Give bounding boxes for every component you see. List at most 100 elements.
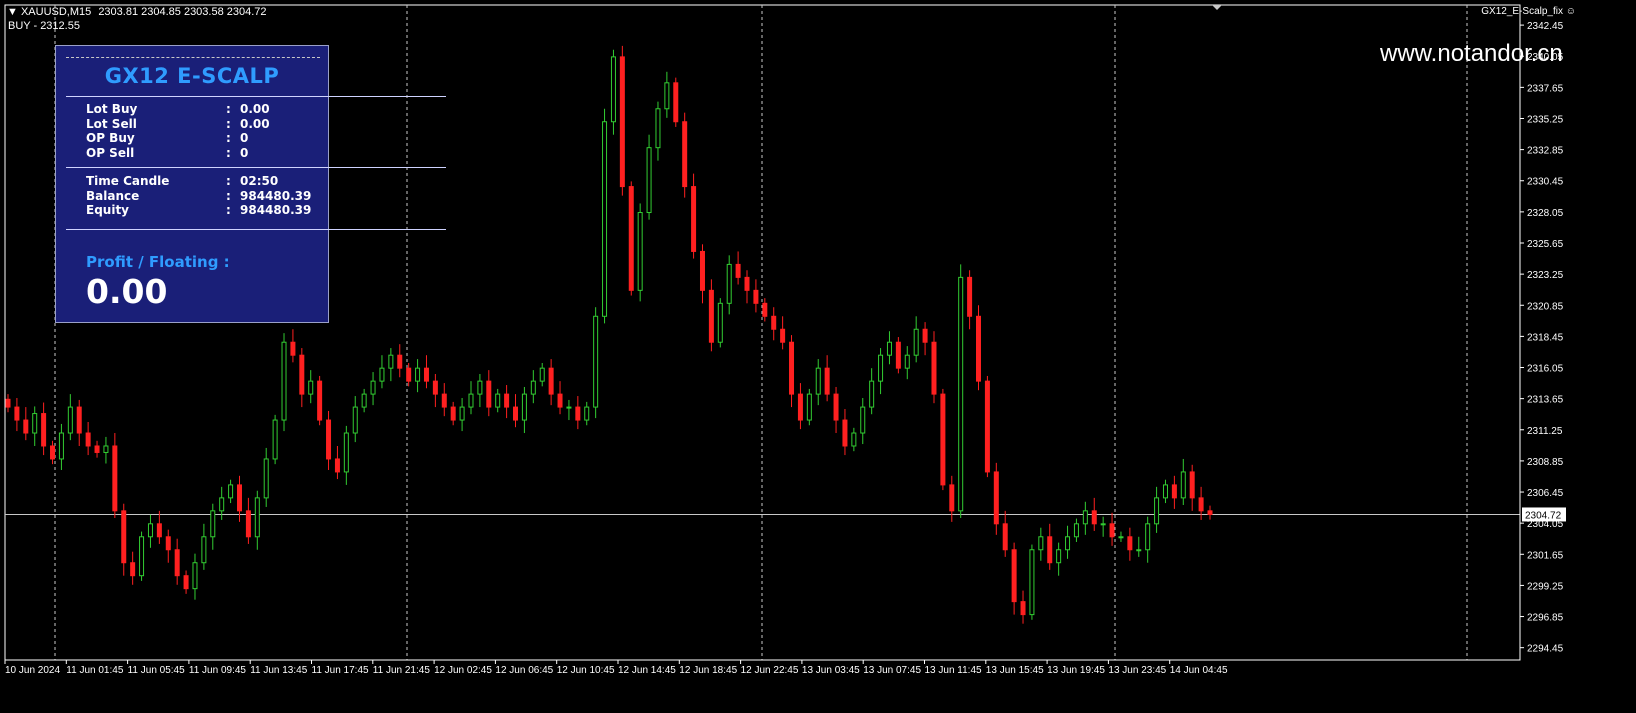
candle-body <box>406 367 412 382</box>
candle-body <box>468 393 474 408</box>
price-tick-label: 2294.45 <box>1527 644 1564 655</box>
candle-body <box>584 406 590 421</box>
candle-body <box>673 82 679 123</box>
candle-body <box>566 406 572 409</box>
candle-body <box>495 393 501 408</box>
candle-body <box>628 186 634 291</box>
profit-floating-value: 0.00 <box>86 272 168 311</box>
candle-body <box>851 432 857 447</box>
candle-body <box>245 510 251 538</box>
candle-body <box>317 380 323 421</box>
time-tick-label: 11 Jun 13:45 <box>250 665 308 676</box>
candle-body <box>1180 471 1186 499</box>
price-tick-label: 2311.25 <box>1527 426 1563 437</box>
position-stat-row: OP Buy:0 <box>86 131 248 145</box>
candle-body <box>789 341 795 395</box>
candle-body <box>486 380 492 408</box>
candle-body <box>361 393 367 408</box>
candle-body <box>513 406 519 421</box>
price-tick-label: 2320.85 <box>1527 301 1564 312</box>
candle-body <box>869 380 875 408</box>
panel-divider <box>66 229 446 230</box>
candle-body <box>1118 536 1124 539</box>
candle-body <box>530 380 536 395</box>
price-axis[interactable]: 2342.452340.052337.652335.252332.852330.… <box>1519 5 1566 660</box>
colon: : <box>226 116 231 131</box>
time-tick-label: 12 Jun 18:45 <box>679 665 737 676</box>
candle-body <box>441 393 447 408</box>
colon: : <box>226 174 231 188</box>
candle-body <box>922 328 928 343</box>
candle-body <box>147 523 153 538</box>
price-tick-label: 2299.25 <box>1527 581 1564 592</box>
time-tick-label: 11 Jun 17:45 <box>312 665 370 676</box>
candle-body <box>771 315 777 330</box>
candle-body <box>228 484 234 499</box>
candle-body <box>655 108 661 149</box>
symbol-label: XAUUSD,M15 <box>20 6 92 18</box>
time-tick-label: 12 Jun 06:45 <box>495 665 553 676</box>
candle-body <box>156 523 162 538</box>
candle-body <box>174 549 180 577</box>
position-stat-label: Lot Sell <box>86 116 137 131</box>
price-tick-label: 2323.25 <box>1527 270 1564 281</box>
candle-body <box>183 575 189 590</box>
position-stat-value: 0.00 <box>240 116 270 131</box>
candle-body <box>958 276 964 512</box>
ohlc-values: 2303.81 2304.85 2303.58 2304.72 <box>98 6 267 18</box>
candle-body <box>735 263 741 278</box>
candle-body <box>1198 497 1204 512</box>
candle-body <box>352 406 358 434</box>
watermark-text: www.notandor.cn <box>1380 40 1563 67</box>
candle-body <box>753 289 759 304</box>
colon: : <box>226 102 231 116</box>
candle-body <box>326 419 332 460</box>
candle-body <box>842 419 848 447</box>
candle-body <box>1162 484 1168 499</box>
time-tick-label: 12 Jun 22:45 <box>741 665 799 676</box>
candle-body <box>1145 523 1151 551</box>
price-tick-label: 2332.85 <box>1527 146 1564 157</box>
time-tick-label: 13 Jun 07:45 <box>863 665 921 676</box>
candle-body <box>593 315 599 408</box>
candle-body <box>112 445 118 512</box>
candle-body <box>1207 510 1213 515</box>
price-tick-label: 2330.45 <box>1527 177 1564 188</box>
candle-body <box>397 354 403 369</box>
candle-body <box>1154 497 1160 525</box>
account-stat-label: Time Candle <box>86 174 170 188</box>
position-stat-label: OP Sell <box>86 145 135 160</box>
ea-name[interactable]: GX12_E-Scalp_fix ☺ <box>1481 6 1576 17</box>
candle-body <box>1127 536 1133 551</box>
candle-body <box>477 380 483 395</box>
candle-body <box>299 354 305 395</box>
shift-marker-icon[interactable] <box>1212 5 1222 10</box>
account-stat-row: Time Candle:02:50 <box>86 174 278 188</box>
candle-body <box>76 406 82 434</box>
time-tick-label: 13 Jun 11:45 <box>925 665 983 676</box>
price-tick-label: 2306.45 <box>1527 488 1564 499</box>
candle-body <box>263 458 269 499</box>
candle-body <box>290 341 296 356</box>
candle-body <box>415 367 421 382</box>
candle-body <box>993 471 999 525</box>
candle-body <box>691 186 697 252</box>
time-axis[interactable]: 10 Jun 2024 11 Jun 01:45 11 Jun 05:45 11 Ju… <box>4 659 1520 676</box>
time-tick-label: 11 Jun 21:45 <box>373 665 431 676</box>
candle-body <box>1091 510 1097 525</box>
ea-info-panel: GX12 E-SCALP Lot Buy:0.00 Lot Sell:0.00 OP… <box>55 45 446 323</box>
symbol-header: ▼ XAUUSD,M15 2303.81 2304.85 2303.58 230… <box>7 6 267 18</box>
smiley-icon[interactable]: ☺ <box>1566 6 1576 17</box>
price-tick-label: 2313.65 <box>1527 395 1564 406</box>
candle-body <box>967 276 973 317</box>
candle-body <box>192 562 198 590</box>
candle-body <box>886 341 892 356</box>
colon: : <box>226 203 231 217</box>
dropdown-triangle-icon[interactable]: ▼ <box>7 6 18 18</box>
candle-body <box>281 341 287 421</box>
buy-line-label: BUY - 2312.55 <box>8 20 80 32</box>
candle-body <box>664 82 670 110</box>
time-tick-label: 12 Jun 14:45 <box>618 665 676 676</box>
candle-body <box>23 419 29 434</box>
candle-body <box>780 328 786 343</box>
